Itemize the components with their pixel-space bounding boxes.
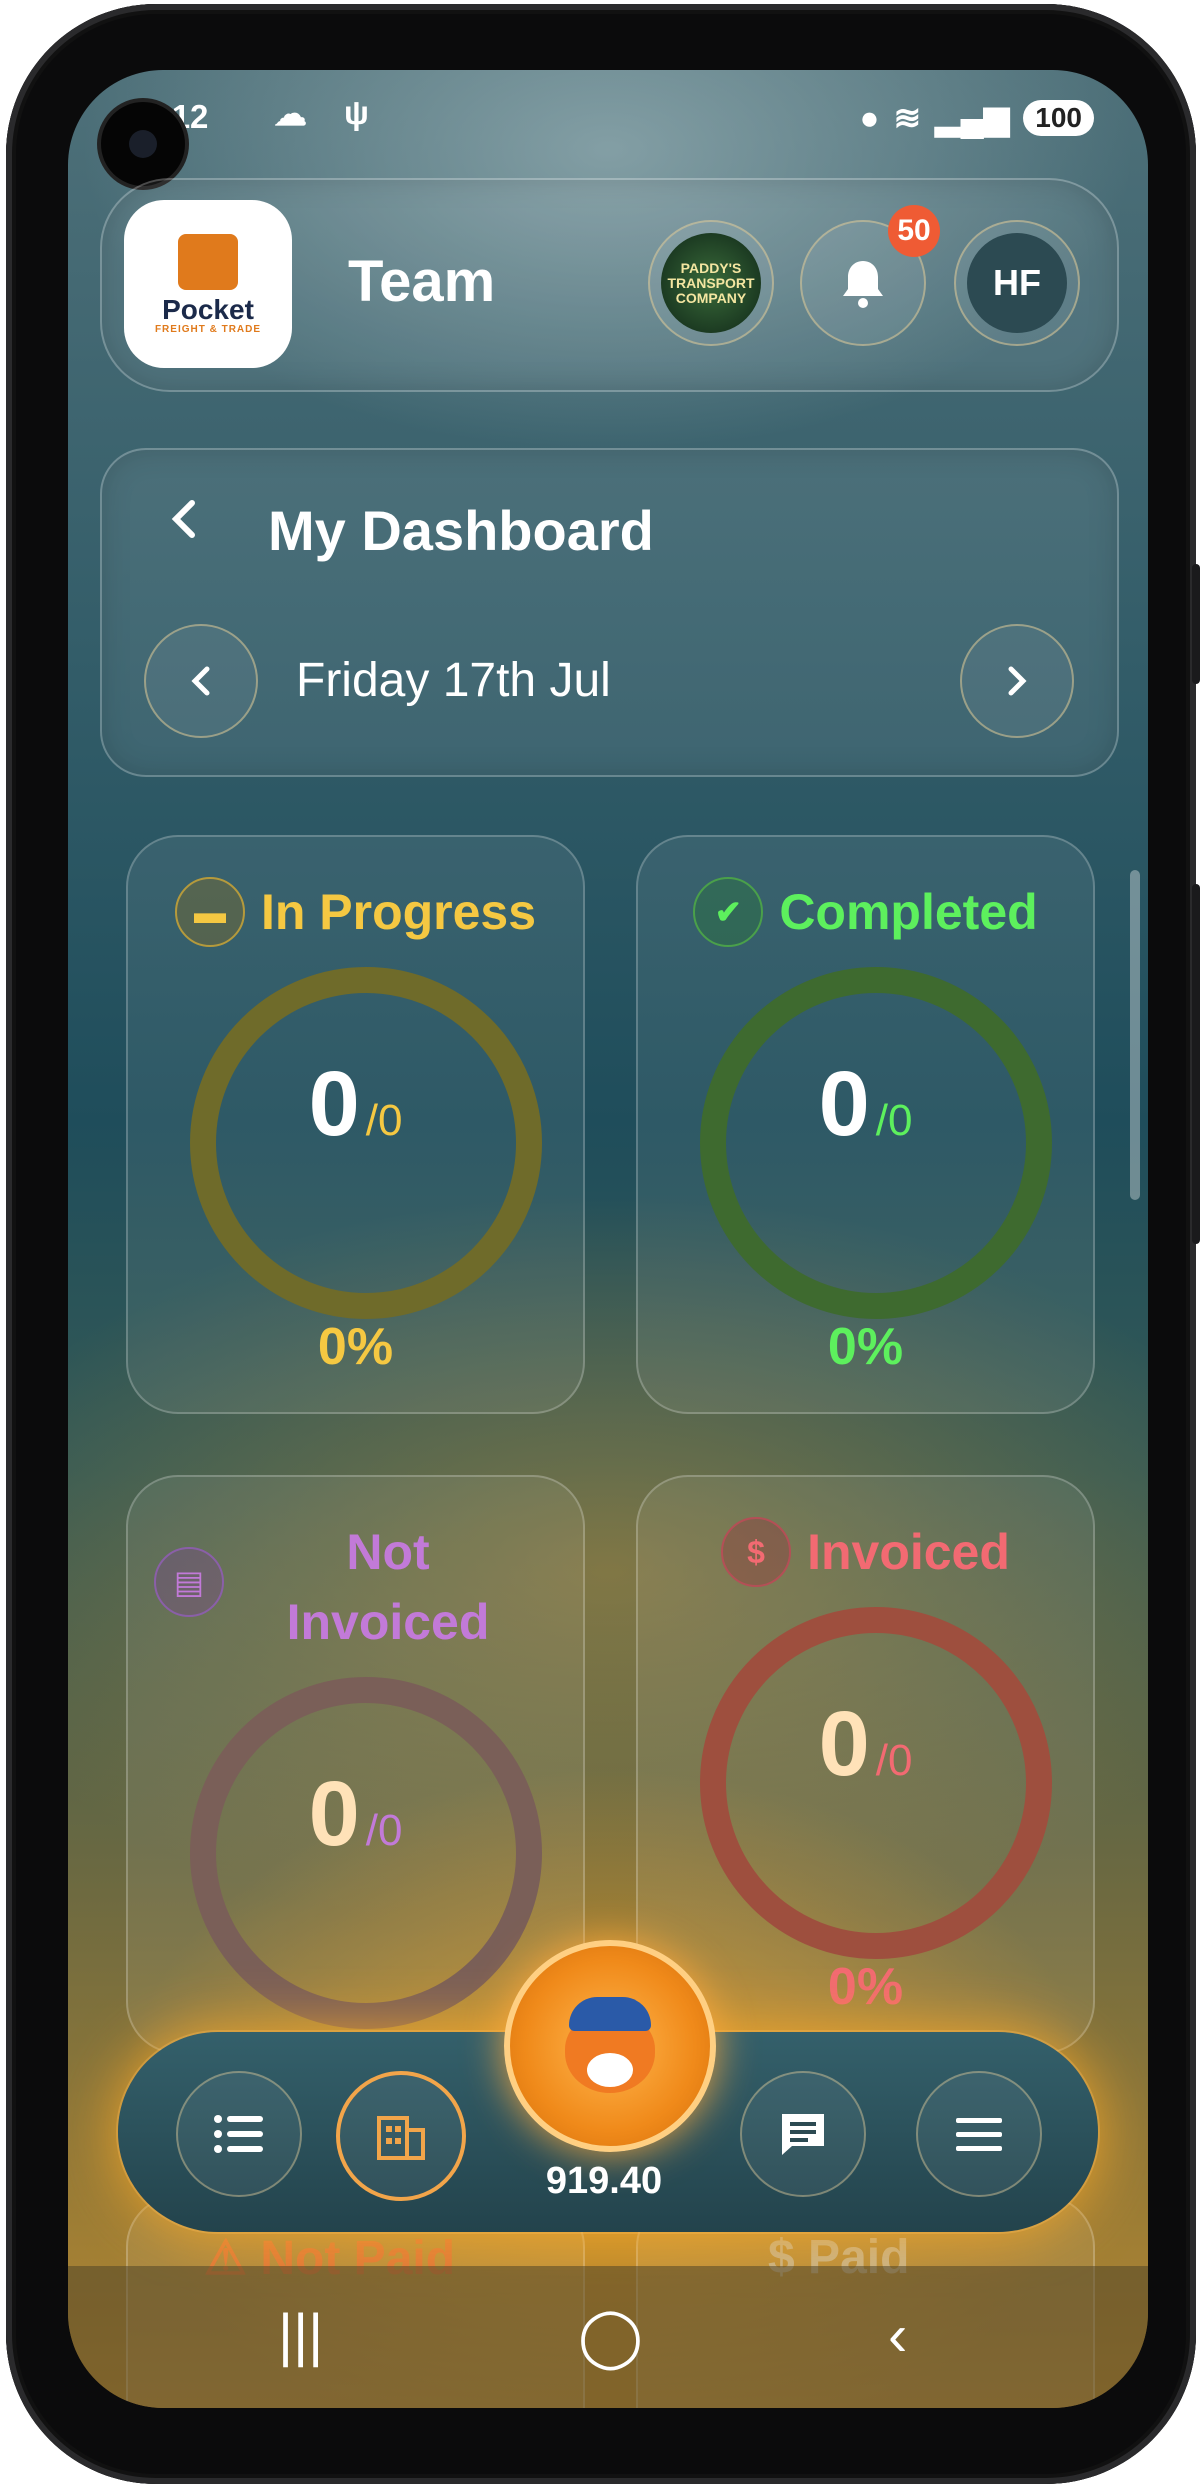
bell-icon (843, 261, 883, 308)
power-button (1192, 884, 1200, 1244)
in-progress-label: In Progress (260, 884, 537, 940)
in-progress-value: 0/0 (308, 1053, 403, 1155)
menu-button[interactable] (916, 2071, 1042, 2197)
cloud-icon: ☁ (274, 95, 307, 132)
not-invoiced-value: 0/0 (308, 1763, 403, 1865)
usb-icon: ψ (344, 94, 369, 131)
company-badge-text: PADDY'S TRANSPORT COMPANY (667, 259, 755, 306)
page-title: Team (348, 249, 496, 314)
volume-button (1192, 564, 1200, 684)
home-button[interactable]: ◯ (578, 2302, 643, 2370)
in-progress-card[interactable]: ▬ In Progress 0/0 0% (126, 835, 585, 1414)
invoiced-label: Invoiced (807, 1524, 1010, 1580)
app-logo[interactable]: Pocket FREIGHT & TRADE (124, 200, 292, 368)
back-button[interactable] (168, 495, 198, 553)
dashboard-title: My Dashboard (268, 499, 654, 562)
wifi-icon: ≋ (893, 99, 922, 136)
company-button[interactable] (336, 2071, 466, 2201)
logo-brand: Pocket (162, 293, 254, 325)
dollar-icon: $ (721, 1517, 792, 1587)
status-bar: 21:12 ☁ ψ ● ≋ ▂▄▆ 100 (124, 92, 1094, 144)
truck-icon: ▬ (174, 877, 245, 947)
check-circle-icon: ✔ (693, 877, 764, 947)
system-back-button[interactable]: ‹ (888, 2302, 907, 2369)
previous-date-button[interactable] (144, 624, 258, 738)
completed-card[interactable]: ✔ Completed 0/0 0% (636, 835, 1095, 1414)
completed-value: 0/0 (818, 1053, 913, 1155)
not-invoiced-label: Not Invoiced (286, 1524, 490, 1650)
chat-button[interactable] (740, 2071, 866, 2197)
list-icon (214, 2115, 263, 2153)
chat-icon (782, 2114, 824, 2155)
invoice-icon: ▤ (154, 1547, 224, 1617)
not-invoiced-card[interactable]: ▤ Not Invoiced 0/0 (126, 1475, 585, 2054)
invoiced-card[interactable]: $ Invoiced 0/0 0% (636, 1475, 1095, 2054)
menu-icon (956, 2118, 1002, 2151)
phone-frame: 21:12 ☁ ψ ● ≋ ▂▄▆ 100 Pocket FREIGHT & T… (6, 4, 1200, 2484)
current-date: Friday 17th Jul (296, 654, 611, 707)
completed-percent: 0% (827, 1318, 904, 1376)
screen: 21:12 ☁ ψ ● ≋ ▂▄▆ 100 Pocket FREIGHT & T… (68, 70, 1148, 2408)
building-icon (377, 2116, 425, 2160)
next-date-button[interactable] (960, 624, 1074, 738)
list-button[interactable] (176, 2071, 302, 2197)
battery-indicator: 100 (1023, 99, 1094, 136)
system-nav-bar: ||| ◯ ‹ (68, 2266, 1148, 2408)
chevron-left-icon (191, 666, 210, 696)
chevron-right-icon (1008, 666, 1027, 696)
scrollbar[interactable] (1130, 870, 1140, 1200)
in-progress-percent: 0% (317, 1318, 394, 1376)
fox-mascot-icon (555, 1991, 665, 2101)
logo-box-icon (168, 233, 248, 292)
chevron-left-icon (171, 500, 195, 538)
mascot-button[interactable] (504, 1940, 716, 2152)
balance-value: 919.40 (545, 2160, 663, 2202)
camera-cutout (101, 102, 185, 186)
company-badge-button[interactable]: PADDY'S TRANSPORT COMPANY (648, 220, 774, 346)
notification-count-badge: 50 (888, 205, 940, 257)
signal-icon: ▂▄▆ (935, 99, 1010, 136)
completed-label: Completed (779, 884, 1038, 940)
user-avatar-button[interactable]: HF (954, 220, 1080, 346)
avatar-initials: HF (993, 262, 1041, 303)
logo-subtitle: FREIGHT & TRADE (154, 323, 262, 335)
location-icon: ● (859, 98, 880, 136)
recent-apps-button[interactable]: ||| (278, 2302, 323, 2369)
invoiced-value: 0/0 (818, 1693, 913, 1795)
